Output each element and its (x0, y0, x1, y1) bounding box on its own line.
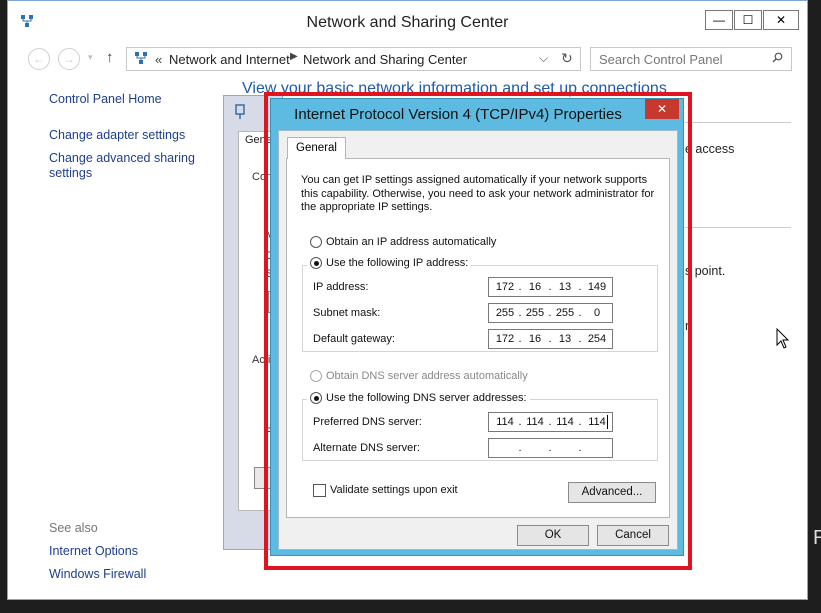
windows-firewall-link[interactable]: Windows Firewall (49, 567, 146, 581)
network-icon (135, 52, 147, 64)
title-bar: Network and Sharing Center — ☐ ✕ (8, 1, 807, 41)
refresh-icon[interactable]: ↻ (561, 50, 573, 67)
control-panel-home-link[interactable]: Control Panel Home (49, 92, 162, 106)
see-also-label: See also (49, 521, 98, 535)
up-arrow-icon[interactable]: ↑ (106, 49, 114, 66)
window-title: Network and Sharing Center (306, 14, 509, 31)
overflow-chevron-icon[interactable]: « (155, 52, 162, 67)
close-button[interactable]: ✕ (763, 10, 799, 30)
change-advanced-sharing-link[interactable]: Change advanced sharing settings (49, 151, 199, 181)
address-dropdown-icon[interactable]: ⌵ (539, 51, 548, 66)
access-type-text: e access (685, 142, 735, 156)
tab-general[interactable]: General (287, 137, 346, 159)
network-adapter-icon (235, 104, 245, 119)
partial-edge-text: R (813, 527, 821, 549)
search-input[interactable]: Search Control Panel (590, 47, 792, 71)
search-icon[interactable] (772, 52, 783, 63)
internet-options-link[interactable]: Internet Options (49, 544, 138, 558)
breadcrumb-network-and-sharing-center[interactable]: Network and Sharing Center (303, 52, 467, 67)
back-arrow-icon[interactable]: ← (28, 48, 50, 70)
forward-arrow-icon[interactable]: → (58, 48, 80, 70)
maximize-button[interactable]: ☐ (734, 10, 762, 30)
highlight-box (264, 92, 692, 570)
breadcrumb-separator-icon[interactable]: ▶ (290, 51, 298, 62)
mouse-pointer-icon (776, 328, 790, 349)
breadcrumb-network-and-internet[interactable]: Network and Internet (169, 52, 290, 67)
search-placeholder: Search Control Panel (599, 52, 723, 67)
minimize-button[interactable]: — (705, 10, 733, 30)
recent-locations-chevron-icon[interactable]: ▾ (88, 52, 93, 63)
divider (685, 122, 791, 123)
address-bar[interactable]: « Network and Internet ▶ Network and Sha… (126, 47, 581, 71)
divider (685, 227, 791, 228)
navigation-bar: ← → ▾ ↑ « Network and Internet ▶ Network… (8, 43, 807, 73)
change-adapter-settings-link[interactable]: Change adapter settings (49, 128, 185, 142)
